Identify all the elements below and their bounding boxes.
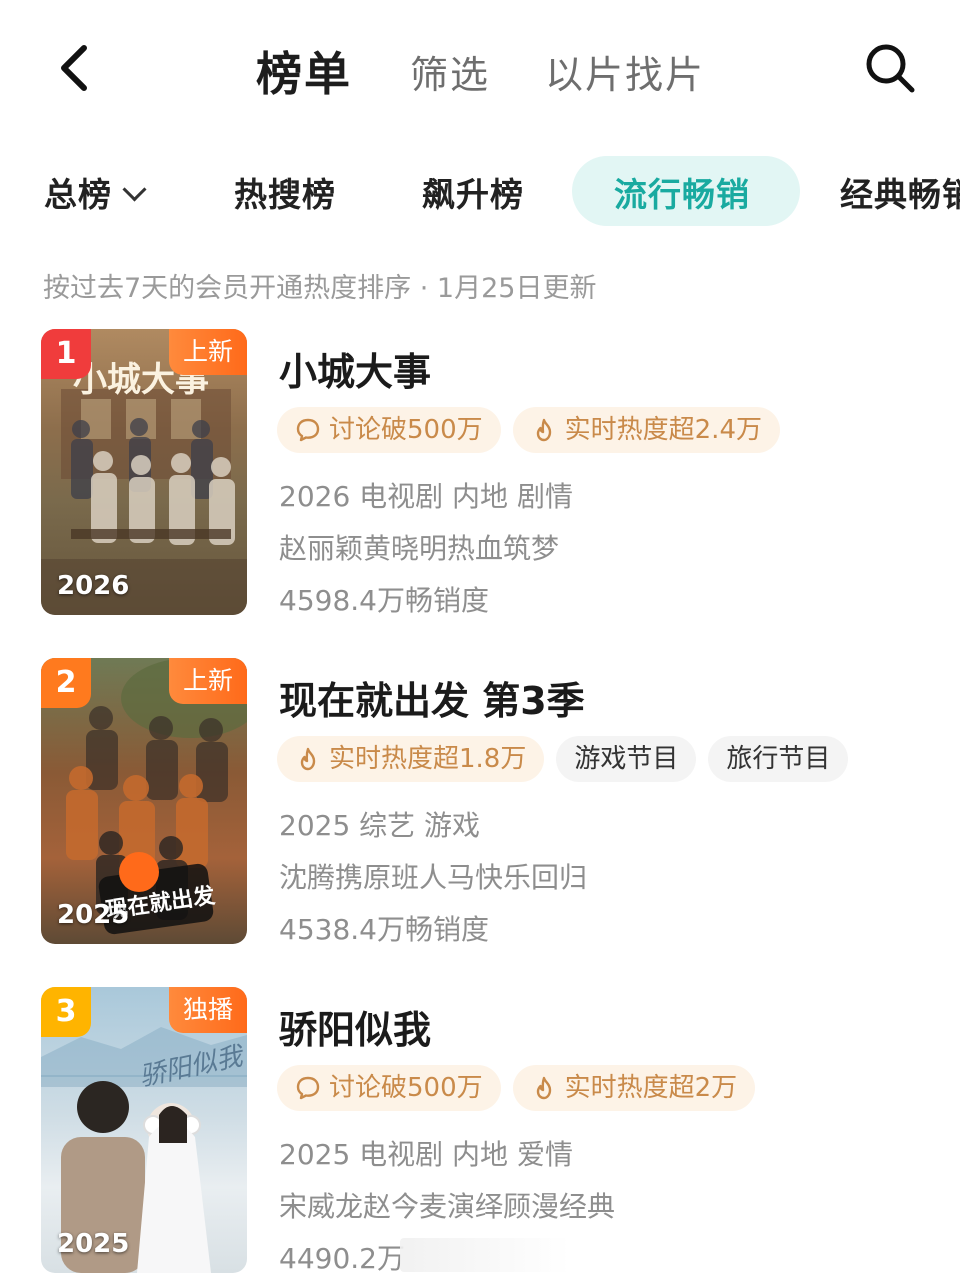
category-tab-popular-bestseller[interactable]: 流行畅销 xyxy=(614,168,750,216)
badge-text: 实时热度超2万 xyxy=(564,1073,738,1103)
poster[interactable]: 小城大事 1 上新 2026 xyxy=(41,329,247,615)
sort-description: 按过去7天的会员开通热度排序 · 1月25日更新 xyxy=(43,273,597,304)
badge-row: 讨论破500万 实时热度超2万 xyxy=(277,1065,756,1111)
badge-row: 讨论破500万 实时热度超2.4万 xyxy=(277,407,780,453)
item-sales: 4490.2万 xyxy=(279,1242,405,1275)
tab-ranking[interactable]: 榜单 xyxy=(256,38,352,104)
item-title[interactable]: 现在就出发 第3季 xyxy=(279,670,585,725)
category-tab-classic-bestseller[interactable]: 经典畅销 xyxy=(840,168,960,216)
category-label: 总榜 xyxy=(44,175,112,214)
poster-year: 2025 xyxy=(57,1229,130,1259)
flame-icon xyxy=(300,747,316,771)
comment-icon xyxy=(296,418,320,442)
new-tag: 上新 xyxy=(168,329,247,375)
rank-badge: 1 xyxy=(41,329,91,379)
item-description: 沈腾携原班人马快乐回归 xyxy=(279,861,588,894)
genre-tag-game-show[interactable]: 游戏节目 xyxy=(556,736,697,782)
genre-tag-travel-show[interactable]: 旅行节目 xyxy=(708,736,849,782)
badge-text: 实时热度超2.4万 xyxy=(564,415,762,445)
item-description: 赵丽颖黄晓明热血筑梦 xyxy=(279,532,560,565)
watermark-overlay xyxy=(400,1238,570,1272)
rank-badge: 2 xyxy=(41,658,91,708)
flame-icon xyxy=(536,418,551,442)
rank-badge: 3 xyxy=(41,987,91,1037)
item-description: 宋威龙赵今麦演绎顾漫经典 xyxy=(279,1190,616,1223)
poster[interactable]: 现在就出发 2 上新 2025 xyxy=(41,658,247,944)
item-meta: 2025 综艺 游戏 xyxy=(279,809,481,842)
item-sales: 4538.4万畅销度 xyxy=(279,913,489,946)
list-item[interactable]: 小城大事 1 上新 2026 小城大事 讨论破500万 实时热度超2.4万 20… xyxy=(0,329,960,629)
search-icon xyxy=(866,44,915,93)
item-sales: 4598.4万畅销度 xyxy=(279,584,489,617)
chevron-left-icon xyxy=(61,45,87,91)
badge-text: 讨论破500万 xyxy=(329,1073,483,1103)
heat-badge: 实时热度超1.8万 xyxy=(277,736,545,782)
badge-text: 讨论破500万 xyxy=(329,415,483,445)
poster-year: 2025 xyxy=(57,900,130,930)
list-item[interactable]: 现在就出发 2 上新 2025 现在就出发 第3季 实时热度超1.8万 游戏节目… xyxy=(0,658,960,958)
back-button[interactable] xyxy=(48,38,104,98)
heat-badge: 实时热度超2万 xyxy=(512,1065,756,1111)
discussion-badge: 讨论破500万 xyxy=(277,1065,501,1111)
exclusive-tag: 独播 xyxy=(168,987,247,1033)
new-tag: 上新 xyxy=(168,658,247,704)
discussion-badge: 讨论破500万 xyxy=(277,407,501,453)
item-meta: 2026 电视剧 内地 剧情 xyxy=(279,480,573,513)
poster[interactable]: 骄阳似我 3 独播 2025 xyxy=(41,987,247,1273)
category-tab-hot-search[interactable]: 热搜榜 xyxy=(234,168,336,216)
badge-text: 实时热度超1.8万 xyxy=(329,744,527,774)
heat-badge: 实时热度超2.4万 xyxy=(512,407,780,453)
tab-filter[interactable]: 筛选 xyxy=(410,44,490,99)
item-meta: 2025 电视剧 内地 爱情 xyxy=(279,1138,573,1171)
item-title[interactable]: 小城大事 xyxy=(279,341,431,396)
item-title[interactable]: 骄阳似我 xyxy=(279,999,431,1054)
category-tab-total[interactable]: 总榜 xyxy=(44,168,147,216)
chevron-down-icon xyxy=(122,177,147,202)
category-tab-rising[interactable]: 飙升榜 xyxy=(422,168,524,216)
comment-icon xyxy=(296,1076,320,1100)
tab-find-similar[interactable]: 以片找片 xyxy=(545,44,705,99)
badge-row: 实时热度超1.8万 游戏节目 旅行节目 xyxy=(277,736,849,782)
flame-icon xyxy=(536,1076,551,1100)
search-button[interactable] xyxy=(860,38,920,98)
poster-year: 2026 xyxy=(57,571,130,601)
